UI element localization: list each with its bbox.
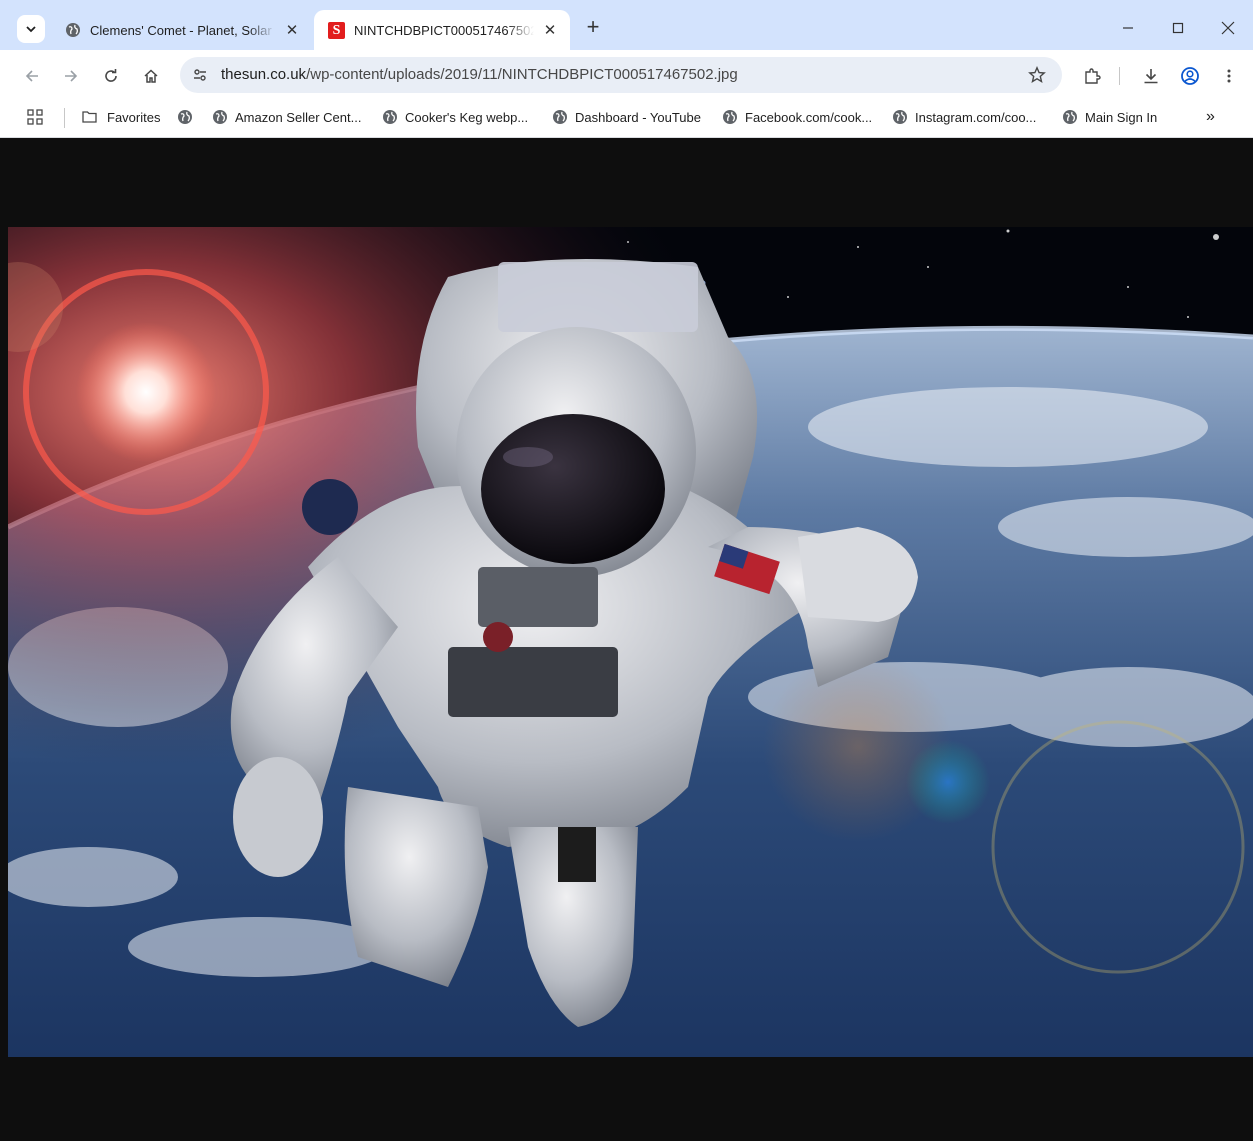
maximize-icon bbox=[1172, 22, 1184, 34]
globe-icon bbox=[178, 110, 192, 124]
more-vertical-icon bbox=[1227, 69, 1231, 83]
bookmark-label: Instagram.com/coo... bbox=[915, 109, 1037, 125]
tab-title: Clemens' Comet - Planet, Solar bbox=[90, 22, 272, 38]
globe-icon bbox=[723, 110, 737, 124]
minimize-icon bbox=[1123, 27, 1133, 29]
profile-icon bbox=[1181, 67, 1199, 85]
tab-search-button[interactable] bbox=[17, 15, 45, 43]
arrow-right-icon bbox=[65, 70, 78, 82]
bookmark-globe[interactable] bbox=[177, 106, 200, 128]
address-bar[interactable]: thesun.co.uk/wp-content/uploads/2019/11/… bbox=[180, 57, 1062, 93]
globe-icon bbox=[383, 110, 397, 124]
downloads-button[interactable] bbox=[1136, 61, 1166, 91]
bookmarks-overflow-button[interactable]: » bbox=[1206, 106, 1215, 128]
close-window-button[interactable] bbox=[1203, 8, 1253, 48]
globe-icon bbox=[893, 110, 907, 124]
apps-grid-icon bbox=[27, 109, 43, 125]
close-icon[interactable]: ✕ bbox=[282, 20, 302, 40]
bookmarks-separator bbox=[64, 108, 65, 128]
image-viewer bbox=[0, 139, 1253, 1141]
minimize-button[interactable] bbox=[1103, 8, 1153, 48]
toolbar: thesun.co.uk/wp-content/uploads/2019/11/… bbox=[0, 50, 1253, 100]
menu-button[interactable] bbox=[1214, 61, 1244, 91]
bookmarks-bar: Favorites Amazon Seller Cent... Cooker's… bbox=[0, 100, 1253, 138]
back-button[interactable] bbox=[17, 61, 47, 91]
profile-button[interactable] bbox=[1175, 61, 1205, 91]
maximize-button[interactable] bbox=[1153, 8, 1203, 48]
globe-icon bbox=[553, 110, 567, 124]
close-icon[interactable]: ✕ bbox=[540, 20, 560, 40]
reload-icon bbox=[105, 69, 117, 82]
bookmark-facebook[interactable]: Facebook.com/cook... bbox=[722, 106, 872, 128]
download-icon bbox=[1144, 69, 1158, 84]
forward-button[interactable] bbox=[56, 61, 86, 91]
toolbar-separator bbox=[1119, 67, 1120, 85]
bookmark-label: Dashboard - YouTube bbox=[575, 109, 702, 125]
bookmark-label: Main Sign In bbox=[1085, 109, 1158, 125]
star-icon bbox=[1028, 66, 1046, 83]
reload-button[interactable] bbox=[96, 61, 126, 91]
bookmark-instagram[interactable]: Instagram.com/coo... bbox=[892, 106, 1036, 128]
globe-icon bbox=[1063, 110, 1077, 124]
extensions-button[interactable] bbox=[1077, 61, 1107, 91]
bookmark-cookers-keg[interactable]: Cooker's Keg webp... bbox=[382, 106, 528, 128]
site-info-button[interactable] bbox=[186, 61, 214, 89]
tab-clemens-comet[interactable]: Clemens' Comet - Planet, Solar ✕ bbox=[50, 10, 312, 50]
bookmark-star-button[interactable] bbox=[1026, 64, 1048, 86]
puzzle-icon bbox=[1085, 68, 1101, 84]
bookmark-label: Amazon Seller Cent... bbox=[235, 109, 362, 125]
tab-title: NINTCHDBPICT000517467502.jpg bbox=[354, 22, 534, 38]
close-icon bbox=[1221, 21, 1235, 35]
globe-icon bbox=[213, 110, 227, 124]
bookmark-amazon-seller[interactable]: Amazon Seller Cent... bbox=[212, 106, 361, 128]
photo-illustration bbox=[8, 227, 1253, 1057]
bookmark-label: Cooker's Keg webp... bbox=[405, 109, 529, 125]
new-tab-button[interactable]: + bbox=[580, 15, 606, 41]
astronaut-earth-photo bbox=[8, 227, 1253, 1057]
arrow-left-icon bbox=[25, 70, 38, 82]
home-button[interactable] bbox=[136, 61, 166, 91]
bookmark-favorites[interactable]: Favorites bbox=[80, 106, 160, 128]
bookmark-youtube-dashboard[interactable]: Dashboard - YouTube bbox=[552, 106, 701, 128]
url-path: /wp-content/uploads/2019/11/NINTCHDBPICT… bbox=[306, 66, 738, 83]
home-icon bbox=[144, 69, 158, 83]
folder-icon bbox=[82, 111, 97, 123]
bookmark-label: Favorites bbox=[107, 109, 161, 125]
globe-icon bbox=[64, 22, 81, 39]
tune-icon bbox=[194, 69, 206, 81]
apps-button[interactable] bbox=[26, 106, 44, 128]
the-sun-logo: S bbox=[328, 21, 345, 39]
url-text: thesun.co.uk/wp-content/uploads/2019/11/… bbox=[221, 57, 738, 93]
tab-strip: Clemens' Comet - Planet, Solar ✕ S NINTC… bbox=[0, 0, 1253, 50]
bookmark-label: Facebook.com/cook... bbox=[745, 109, 873, 125]
bookmark-main-sign-in[interactable]: Main Sign In bbox=[1062, 106, 1157, 128]
url-host: thesun.co.uk bbox=[221, 66, 307, 83]
tab-current-image[interactable]: S NINTCHDBPICT000517467502.jpg ✕ bbox=[314, 10, 570, 50]
chevron-down-icon bbox=[26, 26, 36, 33]
